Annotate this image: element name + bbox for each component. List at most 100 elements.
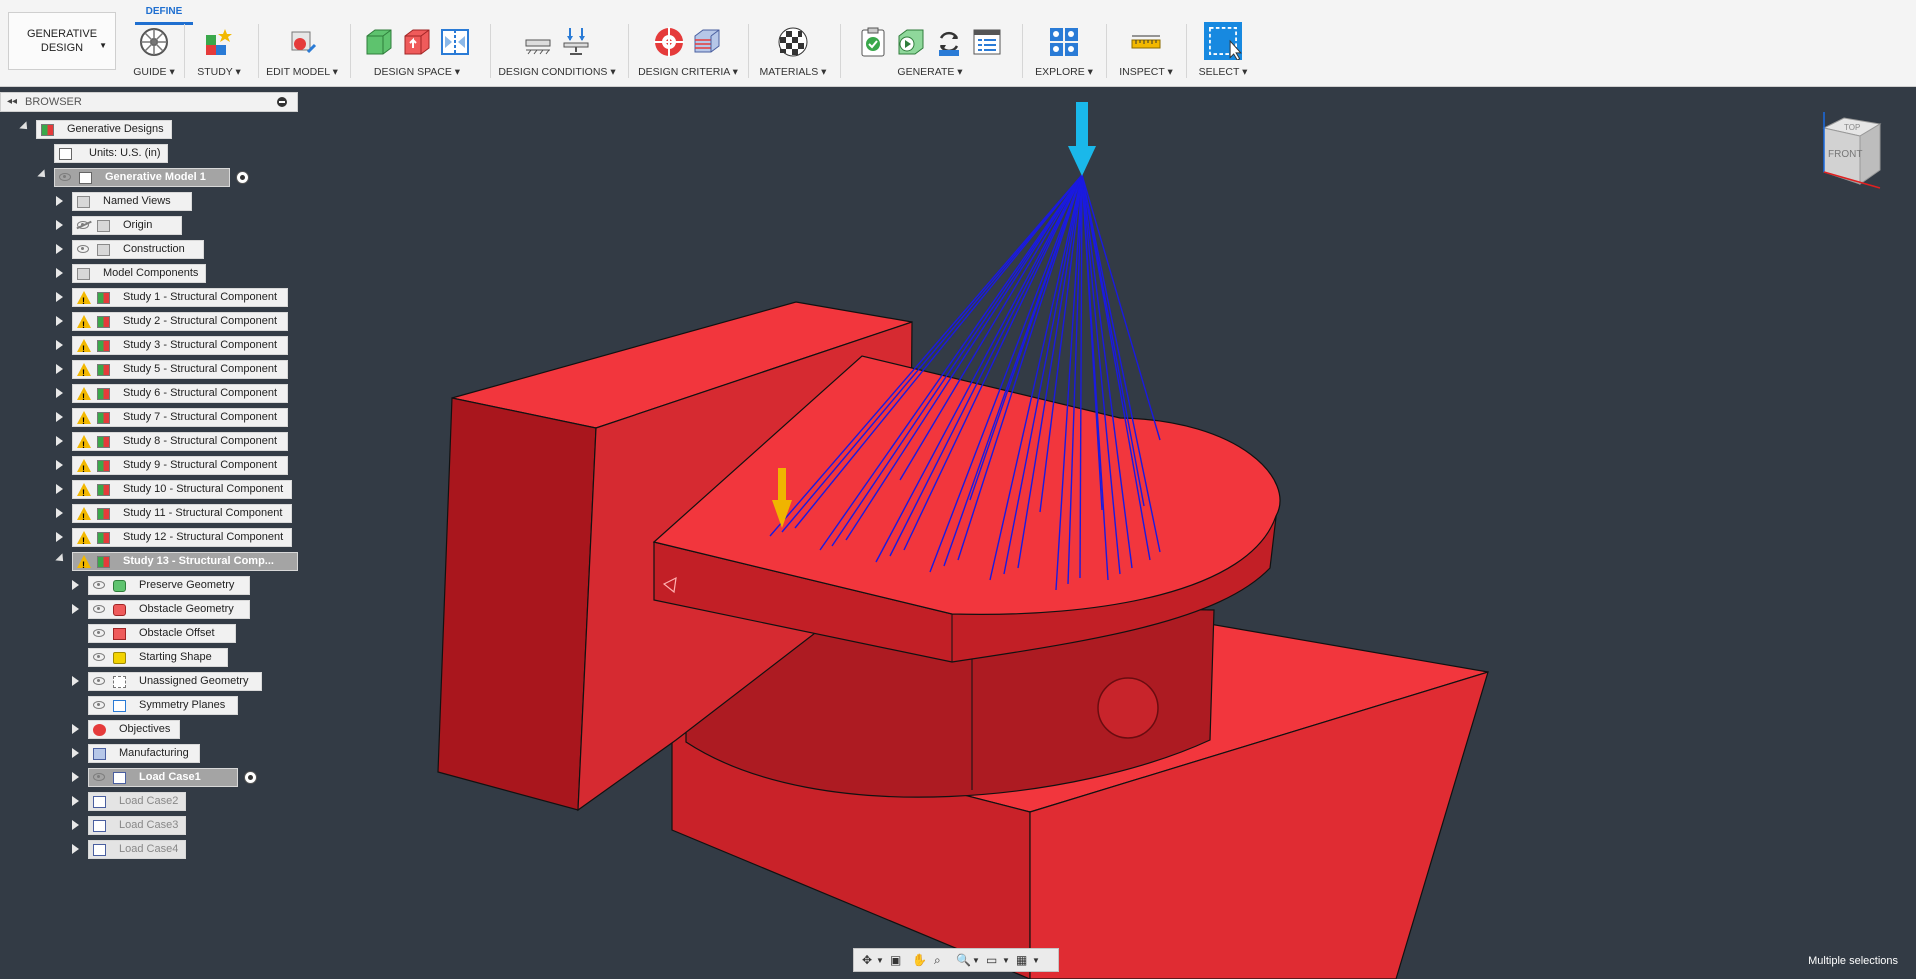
orbit-icon[interactable]: ✥: [862, 953, 872, 967]
edit-model-group[interactable]: EDIT MODEL ▾: [264, 22, 340, 82]
structural-constraint-icon: [525, 39, 551, 55]
display-settings-icon[interactable]: ▭: [986, 953, 997, 967]
chevron-down-icon[interactable]: ▼: [1002, 956, 1010, 965]
browser-node[interactable]: Symmetry Planes: [88, 696, 238, 715]
inspect-group[interactable]: INSPECT ▾: [1114, 22, 1178, 82]
chevron-down-icon[interactable]: ▼: [876, 956, 884, 965]
generate-group[interactable]: GENERATE ▾: [850, 22, 1010, 82]
browser-node[interactable]: Units: U.S. (in): [54, 144, 168, 163]
eye-icon[interactable]: [93, 629, 105, 637]
eye-icon[interactable]: [93, 605, 105, 613]
expand-toggle-icon[interactable]: [56, 388, 63, 398]
browser-node[interactable]: Construction: [72, 240, 204, 259]
expand-toggle-icon[interactable]: [37, 169, 49, 181]
expand-toggle-icon[interactable]: [56, 268, 63, 278]
browser-header[interactable]: ◂◂ BROWSER: [0, 92, 298, 112]
browser-node[interactable]: Preserve Geometry: [88, 576, 250, 595]
minimize-icon[interactable]: [277, 97, 287, 107]
eye-icon[interactable]: [93, 653, 105, 661]
browser-node[interactable]: Unassigned Geometry: [88, 672, 262, 691]
eye-hidden-icon[interactable]: [77, 221, 89, 229]
browser-node[interactable]: Generative Model 1: [54, 168, 230, 187]
browser-node[interactable]: Study 3 - Structural Component: [72, 336, 288, 358]
materials-group[interactable]: MATERIALS ▾: [754, 22, 832, 82]
chevron-down-icon[interactable]: ▼: [972, 956, 980, 965]
browser-node-label: Unassigned Geometry: [139, 675, 249, 687]
expand-toggle-icon[interactable]: [56, 364, 63, 374]
guide-group[interactable]: GUIDE ▾: [132, 22, 176, 82]
browser-node[interactable]: Obstacle Geometry: [88, 600, 250, 619]
expand-toggle-icon[interactable]: [56, 484, 63, 494]
browser-node[interactable]: Study 8 - Structural Component: [72, 432, 288, 454]
select-group[interactable]: SELECT ▾: [1194, 22, 1252, 82]
study-group[interactable]: STUDY ▾: [192, 22, 246, 82]
zoom-window-icon[interactable]: ⌕: [934, 953, 941, 968]
browser-node[interactable]: Obstacle Offset: [88, 624, 236, 643]
chevron-down-icon[interactable]: ▼: [1032, 956, 1040, 965]
browser-node[interactable]: Study 10 - Structural Component: [72, 480, 292, 502]
expand-toggle-icon[interactable]: [72, 772, 79, 782]
explore-group[interactable]: EXPLORE ▾: [1030, 22, 1098, 82]
activate-target-icon[interactable]: [236, 171, 249, 184]
browser-node[interactable]: Generative Designs: [36, 120, 172, 139]
expand-toggle-icon[interactable]: [19, 121, 31, 133]
eye-icon[interactable]: [93, 677, 105, 685]
design-space-group[interactable]: DESIGN SPACE ▾: [356, 22, 478, 82]
grid-icon[interactable]: ▦: [1016, 953, 1027, 967]
expand-toggle-icon[interactable]: [55, 553, 67, 565]
expand-toggle-icon[interactable]: [72, 796, 79, 806]
browser-node[interactable]: Origin: [72, 216, 182, 235]
activate-target-icon[interactable]: [244, 771, 257, 784]
expand-toggle-icon[interactable]: [72, 844, 79, 854]
expand-toggle-icon[interactable]: [56, 460, 63, 470]
browser-node[interactable]: Study 5 - Structural Component: [72, 360, 288, 382]
expand-toggle-icon[interactable]: [56, 316, 63, 326]
browser-node[interactable]: Load Case2: [88, 792, 186, 811]
expand-toggle-icon[interactable]: [56, 292, 63, 302]
collapse-browser-icon[interactable]: ◂◂: [7, 96, 17, 107]
design-criteria-group[interactable]: DESIGN CRITERIA ▾: [636, 22, 740, 82]
browser-node[interactable]: Study 1 - Structural Component: [72, 288, 288, 310]
viewport-canvas[interactable]: [300, 88, 1916, 979]
eye-icon[interactable]: [59, 173, 71, 181]
expand-toggle-icon[interactable]: [72, 820, 79, 830]
expand-toggle-icon[interactable]: [56, 436, 63, 446]
expand-toggle-icon[interactable]: [56, 532, 63, 542]
eye-icon[interactable]: [93, 773, 105, 781]
expand-toggle-icon[interactable]: [72, 676, 79, 686]
browser-node[interactable]: Load Case3: [88, 816, 186, 835]
look-at-icon[interactable]: ▣: [890, 953, 901, 967]
expand-toggle-icon[interactable]: [56, 220, 63, 230]
expand-toggle-icon[interactable]: [72, 724, 79, 734]
browser-node[interactable]: Starting Shape: [88, 648, 228, 667]
eye-icon[interactable]: [93, 581, 105, 589]
browser-node[interactable]: Load Case1: [88, 768, 238, 787]
browser-node[interactable]: Named Views: [72, 192, 192, 211]
expand-toggle-icon[interactable]: [72, 580, 79, 590]
expand-toggle-icon[interactable]: [56, 340, 63, 350]
expand-toggle-icon[interactable]: [72, 604, 79, 614]
browser-node[interactable]: Study 13 - Structural Comp...: [72, 552, 298, 574]
expand-toggle-icon[interactable]: [56, 508, 63, 518]
eye-icon[interactable]: [77, 245, 89, 253]
browser-node[interactable]: Load Case4: [88, 840, 186, 859]
browser-node[interactable]: Study 2 - Structural Component: [72, 312, 288, 334]
browser-node[interactable]: Model Components: [72, 264, 206, 283]
expand-toggle-icon[interactable]: [72, 748, 79, 758]
expand-toggle-icon[interactable]: [56, 244, 63, 254]
browser-node[interactable]: Study 6 - Structural Component: [72, 384, 288, 406]
browser-node[interactable]: Study 7 - Structural Component: [72, 408, 288, 430]
browser-node[interactable]: Objectives: [88, 720, 180, 739]
browser-node[interactable]: Study 9 - Structural Component: [72, 456, 288, 478]
browser-node[interactable]: Study 11 - Structural Component: [72, 504, 292, 526]
expand-toggle-icon[interactable]: [56, 412, 63, 422]
view-cube[interactable]: TOP FRONT: [1810, 110, 1890, 190]
browser-node[interactable]: Manufacturing: [88, 744, 200, 763]
browser-node[interactable]: Study 12 - Structural Component: [72, 528, 292, 550]
expand-toggle-icon[interactable]: [56, 196, 63, 206]
eye-icon[interactable]: [93, 701, 105, 709]
zoom-icon[interactable]: 🔍: [956, 953, 971, 967]
pan-icon[interactable]: ✋: [912, 953, 927, 967]
design-conditions-group[interactable]: DESIGN CONDITIONS ▾: [496, 22, 618, 82]
workspace-switcher[interactable]: GENERATIVE DESIGN ▼: [8, 12, 116, 70]
